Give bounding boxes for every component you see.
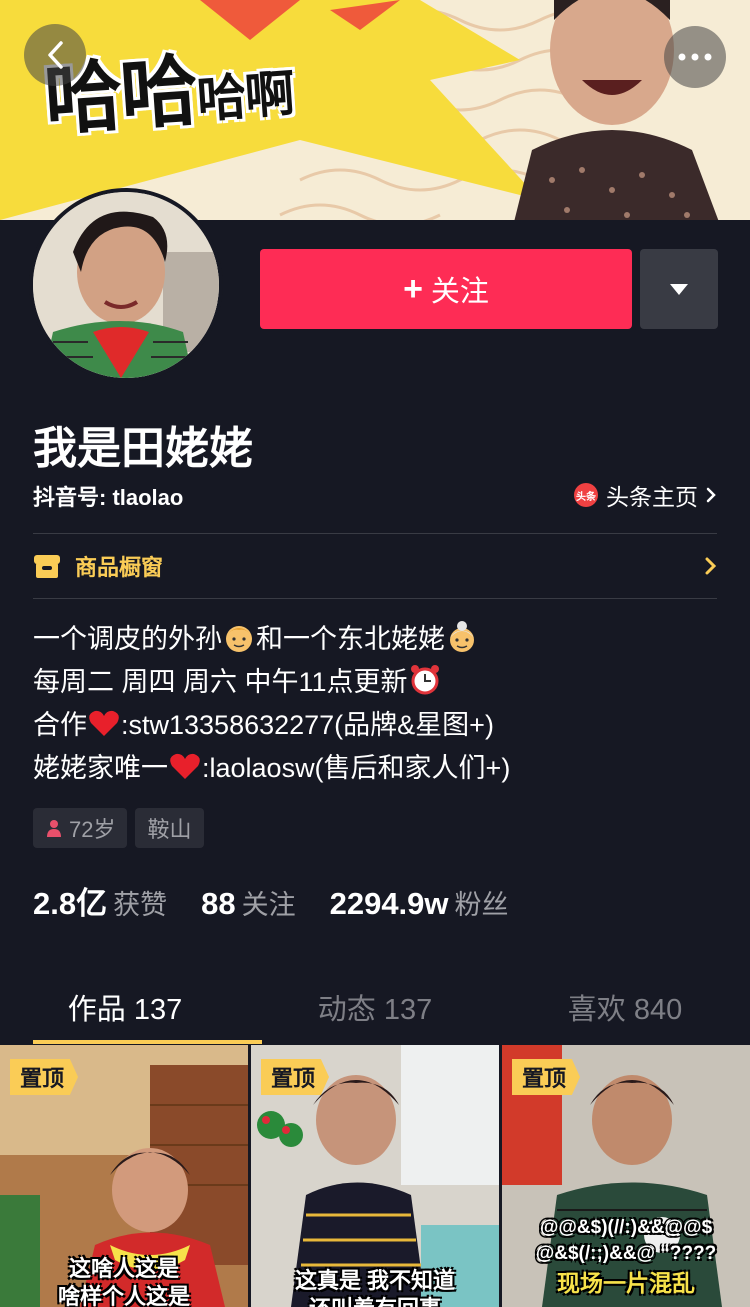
bio-text: 一个调皮的外孙 和一个东北姥姥 每周二 周四 周六 中午11点更新 合作:stw1… (33, 618, 510, 790)
red-heart-icon (89, 710, 119, 736)
age-label: 72岁 (69, 817, 116, 842)
pinned-badge: 置顶 (512, 1059, 581, 1095)
followers-stat[interactable]: 2294.9w 粉丝 (330, 883, 509, 922)
tab-activity[interactable]: 动态 137 (250, 970, 500, 1044)
video-caption: 这真是 我不知道 还叫着有回事 (294, 1268, 456, 1307)
chevron-left-icon (48, 41, 63, 69)
content-tabs: 作品 137 动态 137 喜欢 840 (0, 970, 750, 1044)
likes-stat[interactable]: 2.8亿 获赞 (33, 878, 167, 923)
video-thumbnail[interactable]: 置顶 @@&$)(//:)&&@@$ @&$(/:;)&&@ “???? 现场一… (502, 1045, 750, 1307)
red-heart-icon (170, 753, 200, 779)
banner-text-small-2: 啊 (242, 64, 295, 126)
recommend-dropdown-button[interactable] (640, 249, 718, 329)
bio-line-4: 姥姥家唯一:laolaosw(售后和家人们+) (33, 747, 510, 790)
avatar[interactable] (29, 188, 223, 382)
plus-icon: + (403, 270, 423, 308)
video-caption: 这啥人这是 啥样个人这是 (57, 1256, 190, 1307)
bio-line-3: 合作:stw13358632277(品牌&星图+) (33, 704, 510, 747)
active-tab-indicator (33, 1040, 262, 1044)
female-icon (47, 820, 61, 837)
following-stat[interactable]: 88 关注 (201, 883, 295, 922)
chevron-right-icon (705, 557, 717, 575)
video-grid: 置顶 这啥人这是 啥样个人这是 置顶 这真是 我不知道 还叫着有回事 (0, 1045, 750, 1307)
more-dots-icon (678, 53, 712, 61)
toutiao-homepage-link[interactable]: 头条 头条主页 (574, 478, 716, 512)
video-caption: @@&$)(//:)&&@@$ @&$(/:;)&&@ “???? 现场一片混乱 (535, 1217, 717, 1296)
shop-icon (34, 555, 60, 578)
shop-label: 商品橱窗 (75, 555, 164, 580)
banner-text-small-1: 哈 (195, 67, 247, 129)
profile-banner: 哈哈哈啊 (0, 0, 750, 220)
profile-stats: 2.8亿 获赞 88 关注 2294.9w 粉丝 (33, 878, 509, 923)
product-showcase-row[interactable]: 商品橱窗 (33, 534, 717, 598)
pinned-badge: 置顶 (261, 1059, 330, 1095)
toutiao-logo-icon: 头条 (574, 483, 598, 507)
back-button[interactable] (24, 24, 86, 86)
tab-likes[interactable]: 喜欢 840 (500, 970, 750, 1044)
chevron-right-icon (706, 487, 716, 503)
profile-tags: 72岁 鞍山 (33, 808, 204, 848)
video-thumbnail[interactable]: 置顶 这真是 我不知道 还叫着有回事 (251, 1045, 499, 1307)
age-tag: 72岁 (33, 808, 128, 848)
location-tag: 鞍山 (135, 808, 204, 848)
grandma-emoji-icon (450, 621, 474, 652)
pinned-badge: 置顶 (10, 1059, 79, 1095)
profile-name: 我是田姥姥 (33, 424, 253, 473)
bio-line-2: 每周二 周四 周六 中午11点更新 (33, 661, 510, 704)
divider (33, 598, 717, 599)
follow-label: 关注 (430, 276, 489, 308)
bio-line-1: 一个调皮的外孙 和一个东北姥姥 (33, 618, 510, 661)
toutiao-label: 头条主页 (606, 484, 698, 510)
more-button[interactable] (664, 26, 726, 88)
avatar-image (33, 192, 219, 378)
location-label: 鞍山 (147, 817, 192, 842)
douyin-id: 抖音号: tlaolao (33, 485, 184, 510)
triangle-down-icon (670, 283, 688, 295)
video-thumbnail[interactable]: 置顶 这啥人这是 啥样个人这是 (0, 1045, 248, 1307)
tab-works[interactable]: 作品 137 (0, 970, 250, 1044)
alarm-clock-icon (410, 665, 439, 695)
follow-button[interactable]: + 关注 (260, 249, 632, 329)
boy-emoji-icon (226, 626, 252, 652)
